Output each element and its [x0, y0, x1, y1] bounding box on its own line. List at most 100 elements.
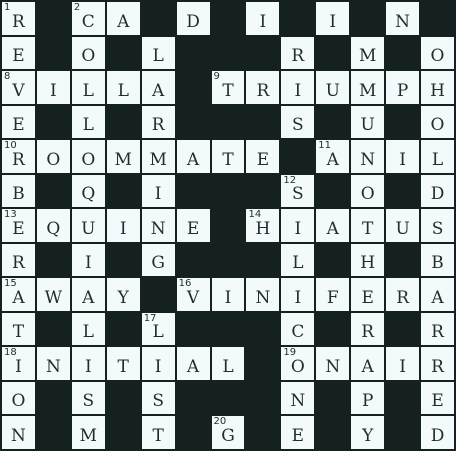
letter-cell[interactable]: I [141, 347, 175, 380]
letter-cell[interactable]: H [421, 71, 454, 104]
letter-cell[interactable]: R [246, 71, 280, 104]
letter-cell[interactable]: I [281, 278, 315, 311]
letter-cell[interactable]: I [36, 71, 70, 104]
letter-cell[interactable]: I [316, 2, 350, 35]
letter-cell[interactable]: I [386, 347, 420, 380]
letter-cell[interactable]: P [351, 381, 385, 415]
letter-cell[interactable]: 17 L [141, 312, 175, 346]
letter-cell[interactable]: A [176, 140, 210, 173]
letter-cell[interactable]: D [176, 2, 210, 35]
letter-cell[interactable]: E [2, 105, 35, 139]
letter-cell[interactable]: N [2, 416, 35, 449]
letter-cell[interactable]: R [421, 347, 454, 380]
letter-cell[interactable]: L [421, 140, 454, 173]
letter-cell[interactable]: F [316, 278, 350, 311]
letter-cell[interactable]: N [246, 278, 280, 311]
letter-cell[interactable]: T [141, 416, 175, 449]
letter-cell[interactable]: A [351, 347, 385, 380]
letter-cell[interactable]: E [281, 416, 315, 449]
letter-cell[interactable]: M [106, 140, 140, 173]
letter-cell[interactable]: S [71, 381, 105, 415]
letter-cell[interactable]: C [281, 312, 315, 346]
letter-cell[interactable]: A [141, 71, 175, 104]
letter-cell[interactable]: R [351, 312, 385, 346]
letter-cell[interactable]: N [316, 347, 350, 380]
letter-cell[interactable]: I [71, 347, 105, 380]
letter-cell[interactable]: O [71, 140, 105, 173]
letter-cell[interactable]: 8V [2, 71, 35, 104]
letter-cell[interactable]: L [71, 105, 105, 139]
letter-cell[interactable]: H [351, 243, 385, 277]
letter-cell[interactable]: N [281, 381, 315, 415]
letter-cell[interactable]: N [386, 2, 420, 35]
letter-cell[interactable]: L [141, 36, 175, 70]
letter-cell[interactable]: N [141, 209, 175, 242]
letter-cell[interactable]: P [386, 71, 420, 104]
letter-cell[interactable]: D [421, 416, 454, 449]
letter-cell[interactable]: W [36, 278, 70, 311]
letter-cell[interactable]: Q [36, 209, 70, 242]
letter-cell[interactable]: N [36, 347, 70, 380]
letter-cell[interactable]: I [71, 243, 105, 277]
letter-cell[interactable]: M [351, 36, 385, 70]
letter-cell[interactable]: 10 R [2, 140, 35, 173]
letter-cell[interactable]: R [386, 278, 420, 311]
letter-cell[interactable]: 11 A [316, 140, 350, 173]
letter-cell[interactable]: L [106, 71, 140, 104]
letter-cell[interactable]: A [316, 209, 350, 242]
letter-cell[interactable]: 16 V [176, 278, 210, 311]
letter-cell[interactable]: S [281, 105, 315, 139]
letter-cell[interactable]: M [71, 416, 105, 449]
letter-cell[interactable]: A [176, 347, 210, 380]
letter-cell[interactable]: L [211, 347, 245, 380]
letter-cell[interactable]: 19 O [281, 347, 315, 380]
letter-cell[interactable]: D [421, 174, 454, 208]
letter-cell[interactable]: A [71, 278, 105, 311]
letter-cell[interactable]: I [386, 140, 420, 173]
letter-cell[interactable]: T [351, 209, 385, 242]
letter-cell[interactable]: E [421, 381, 454, 415]
letter-cell[interactable]: L [71, 312, 105, 346]
letter-cell[interactable]: R [2, 243, 35, 277]
letter-cell[interactable]: I [246, 2, 280, 35]
letter-cell[interactable]: S [141, 381, 175, 415]
letter-cell[interactable]: 15 A [2, 278, 35, 311]
letter-cell[interactable]: I [281, 209, 315, 242]
letter-cell[interactable]: A [106, 2, 140, 35]
letter-cell[interactable]: 20 G [211, 416, 245, 449]
letter-cell[interactable]: O [71, 36, 105, 70]
letter-cell[interactable]: G [141, 243, 175, 277]
letter-cell[interactable]: R [141, 105, 175, 139]
letter-cell[interactable]: O [2, 381, 35, 415]
letter-cell[interactable]: R [421, 312, 454, 346]
letter-cell[interactable]: I [211, 278, 245, 311]
letter-cell[interactable]: U [386, 209, 420, 242]
letter-cell[interactable]: B [421, 243, 454, 277]
letter-cell[interactable]: T [106, 347, 140, 380]
letter-cell[interactable]: U [316, 71, 350, 104]
letter-cell[interactable]: Y [351, 416, 385, 449]
letter-cell[interactable]: 2C [71, 2, 105, 35]
letter-cell[interactable]: B [2, 174, 35, 208]
letter-cell[interactable]: A [421, 278, 454, 311]
letter-cell[interactable]: N [351, 140, 385, 173]
letter-cell[interactable]: I [106, 209, 140, 242]
letter-cell[interactable]: O [351, 174, 385, 208]
letter-cell[interactable]: U [351, 105, 385, 139]
letter-cell[interactable]: T [2, 312, 35, 346]
letter-cell[interactable]: M [141, 140, 175, 173]
letter-cell[interactable]: S [421, 209, 454, 242]
letter-cell[interactable]: I [281, 71, 315, 104]
letter-cell[interactable]: O [421, 36, 454, 70]
letter-cell[interactable]: E [351, 278, 385, 311]
letter-cell[interactable]: 12 S [281, 174, 315, 208]
letter-cell[interactable]: L [281, 243, 315, 277]
letter-cell[interactable]: 9T [211, 71, 245, 104]
letter-cell[interactable]: E [246, 140, 280, 173]
letter-cell[interactable]: 13 E [2, 209, 35, 242]
letter-cell[interactable]: 18 I [2, 347, 35, 380]
letter-cell[interactable]: E [176, 209, 210, 242]
letter-cell[interactable]: Q [71, 174, 105, 208]
letter-cell[interactable]: 1R [2, 2, 35, 35]
letter-cell[interactable]: O [421, 105, 454, 139]
